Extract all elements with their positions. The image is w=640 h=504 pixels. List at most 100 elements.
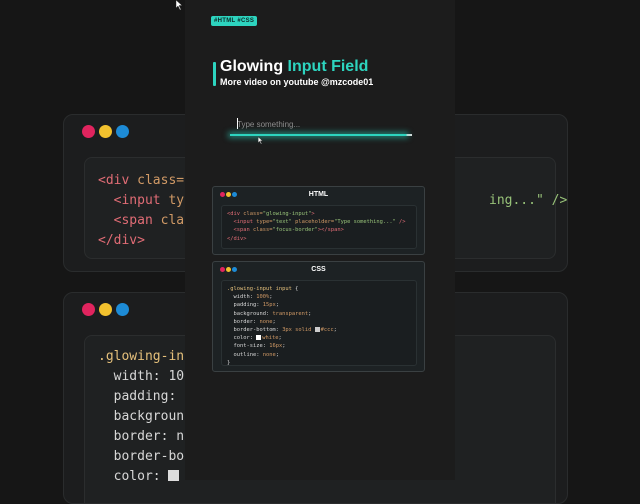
code-token: padding:	[227, 302, 263, 309]
code-line: <div class=	[98, 171, 184, 191]
code-token: width:	[227, 294, 257, 301]
code-token: class=	[137, 173, 185, 188]
code-token: ;	[308, 310, 312, 317]
code-token: transparent	[272, 310, 309, 317]
yellow-dot-icon	[99, 125, 112, 138]
code-line: color: white;	[227, 334, 337, 342]
color-swatch	[314, 326, 320, 332]
code-token: padding:	[98, 389, 177, 404]
color-swatch	[168, 470, 180, 481]
html-card-title: HTML	[308, 191, 329, 198]
code-token: "Type something..."	[334, 219, 396, 226]
code-line: width: 100%;	[227, 293, 337, 301]
code-token: border: n	[98, 429, 185, 444]
hashtag-badge: #HTML #CSS	[211, 16, 258, 26]
red-dot-icon	[82, 303, 95, 316]
yellow-dot-icon	[99, 303, 112, 316]
css-code-box: .glowing-input input { width: 100%; padd…	[221, 280, 417, 366]
html-code-card: HTML <div class="glowing-input"> <input …	[212, 186, 425, 255]
code-token: border-bo	[98, 449, 185, 464]
code-token: placeholder=	[291, 219, 335, 226]
code-token: .glowing-input input	[227, 286, 296, 292]
code-line: .glowing-in	[98, 347, 184, 367]
code-line: color:	[98, 467, 184, 487]
code-token: <div	[98, 173, 138, 188]
code-line: border: n	[98, 427, 184, 447]
code-token: ty	[168, 193, 185, 208]
code-token: </div>	[98, 233, 145, 248]
code-line: </div>	[98, 231, 184, 251]
code-line: .glowing-input input {	[227, 285, 337, 293]
input-focus-glow	[230, 134, 407, 136]
code-token: color:	[98, 469, 169, 484]
code-token: ></span>	[317, 227, 344, 234]
code-token: <span	[98, 213, 161, 228]
css-code-card: CSS .glowing-input input { width: 100%; …	[212, 261, 425, 372]
code-line: background: transparent;	[227, 310, 337, 318]
code-token: border:	[227, 318, 260, 325]
background-html-code-fragment: ing..." />	[489, 193, 568, 208]
css-card-title: CSS	[311, 266, 326, 273]
page-subtitle: More video on youtube @mzcode01	[220, 77, 374, 87]
blue-dot-icon	[116, 125, 129, 138]
code-token: color:	[227, 335, 257, 342]
css-code: .glowing-input input { width: 100%; padd…	[227, 285, 337, 367]
code-line: outline: none;	[227, 351, 337, 359]
text-caret	[237, 118, 238, 129]
code-token: white	[262, 335, 279, 342]
code-token: <div	[227, 211, 244, 217]
code-token: "text"	[272, 219, 292, 226]
code-token: ;	[269, 294, 273, 301]
code-token: <input	[227, 219, 257, 226]
code-token: "glowing-input"	[262, 211, 312, 217]
background-css-code: .glowing-in width: 10 padding: backgroun…	[98, 347, 184, 487]
code-token: ;	[272, 318, 276, 325]
code-token: >	[311, 211, 315, 217]
code-token: />	[395, 219, 406, 226]
code-token: width: 10	[98, 369, 185, 384]
code-token: none	[262, 351, 276, 358]
background-window-dots	[82, 303, 129, 316]
code-token: <span	[227, 227, 253, 234]
code-line: <div class="glowing-input">	[227, 210, 406, 218]
code-token: </div>	[227, 235, 247, 242]
code-token: background:	[227, 310, 273, 317]
code-line: <span class="focus-border"></span>	[227, 226, 406, 234]
code-token: cla	[160, 213, 185, 228]
page-title: Glowing Input Field	[220, 58, 368, 76]
code-token: class=	[252, 227, 273, 234]
html-code-box: <div class="glowing-input"> <input type=…	[221, 205, 417, 249]
glowing-text-input[interactable]	[231, 116, 415, 132]
code-token: ;	[278, 335, 282, 342]
code-line: <input ty	[98, 191, 184, 211]
code-line: }	[227, 359, 337, 367]
code-token: ;	[282, 343, 286, 350]
html-code: <div class="glowing-input"> <input type=…	[227, 210, 406, 243]
code-token: font-size:	[227, 343, 270, 350]
code-token: {	[295, 286, 299, 292]
code-token: #ccc	[320, 327, 334, 334]
code-line: backgroun	[98, 407, 184, 427]
code-line: width: 10	[98, 367, 184, 387]
code-token: outline:	[227, 351, 263, 358]
code-token: 15px	[262, 302, 276, 309]
code-line: padding:	[98, 387, 184, 407]
code-token: type=	[256, 219, 273, 226]
code-line: border-bo	[98, 447, 184, 467]
code-line: border-bottom: 3px solid #ccc;	[227, 326, 337, 334]
code-line: font-size: 16px;	[227, 342, 337, 350]
color-swatch	[256, 334, 262, 340]
title-accent-bar	[213, 62, 216, 86]
mouse-pointer-icon	[258, 137, 263, 144]
code-token: <input	[98, 193, 169, 208]
code-token: 100%	[256, 294, 270, 301]
code-line: </div>	[227, 235, 406, 243]
code-token: }	[227, 359, 231, 366]
code-line: border: none;	[227, 318, 337, 326]
code-token: ;	[275, 302, 279, 309]
background-window-dots	[82, 125, 129, 138]
blue-dot-icon	[116, 303, 129, 316]
code-token: 3px solid	[282, 327, 315, 334]
code-token: .glowing-in	[98, 349, 185, 364]
red-dot-icon	[82, 125, 95, 138]
